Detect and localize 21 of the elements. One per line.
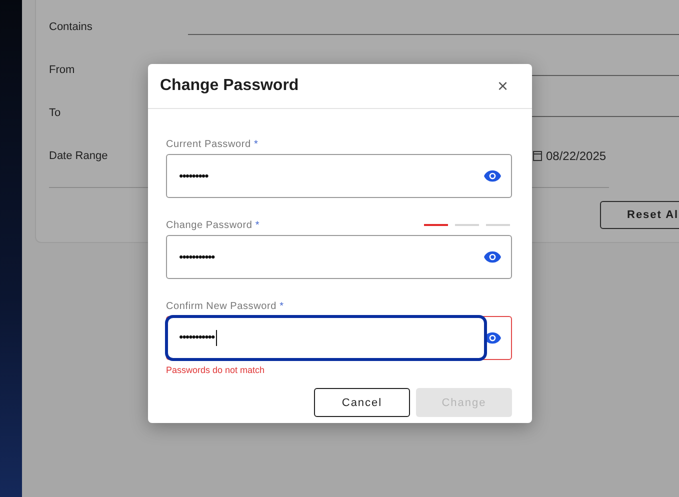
error-message: Passwords do not match <box>166 365 266 375</box>
reset-all-button[interactable]: Reset Al <box>600 201 679 229</box>
password-field[interactable]: ••••••••• <box>166 154 512 198</box>
calendar-icon <box>533 150 542 161</box>
eye-icon[interactable] <box>484 332 501 344</box>
close-button[interactable]: × <box>493 76 512 96</box>
eye-icon[interactable] <box>484 251 501 263</box>
field-label: Change Password * <box>166 220 260 230</box>
filter-label: From <box>49 64 76 76</box>
password-field[interactable]: ••••••••••• <box>166 316 512 360</box>
filter-label: Date Range <box>49 150 109 162</box>
field-label: Current Password * <box>166 138 258 150</box>
filter-input-line[interactable] <box>188 34 679 35</box>
password-field[interactable]: ••••••••••• <box>166 235 512 279</box>
cancel-button[interactable]: Cancel <box>314 388 410 417</box>
date-value[interactable]: 08/22/2025 <box>546 148 679 162</box>
field-label: Confirm New Password * <box>166 300 284 312</box>
dialog-title: Change Password <box>160 77 299 95</box>
filter-label: To <box>49 106 62 118</box>
filter-label: Contains <box>49 20 94 32</box>
eye-icon[interactable] <box>484 170 501 182</box>
